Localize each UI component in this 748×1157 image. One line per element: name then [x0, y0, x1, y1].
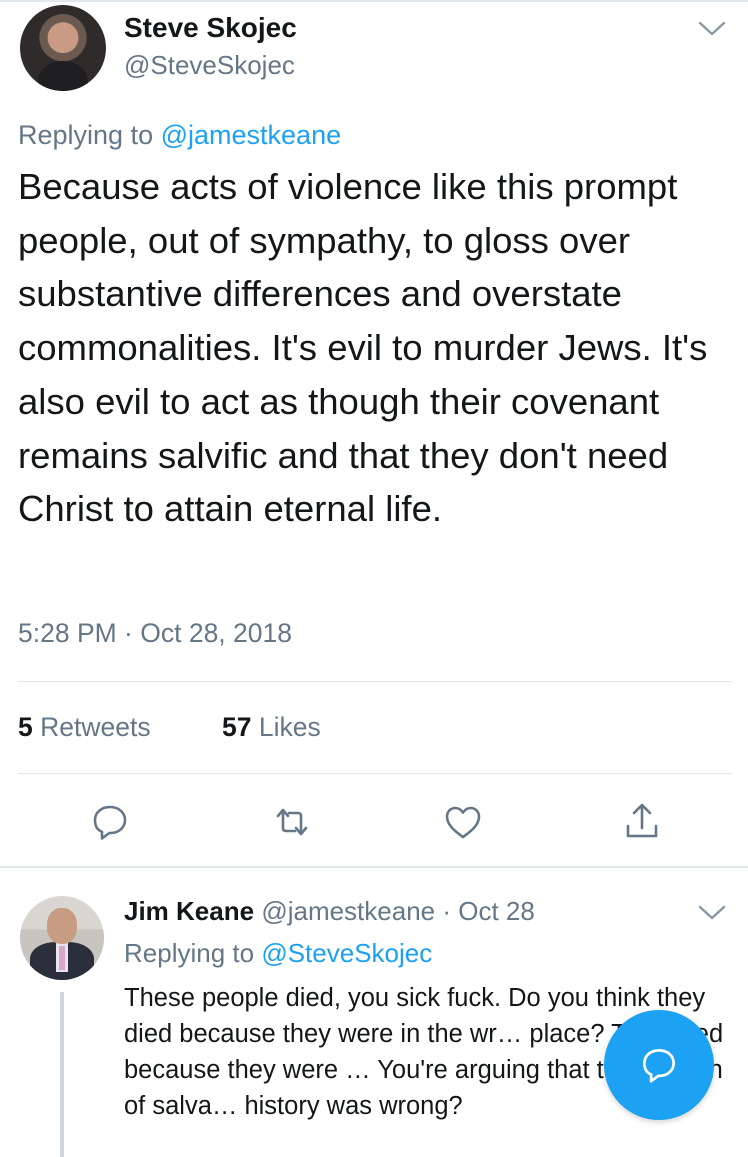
retweets-label: Retweets [40, 712, 151, 742]
reply-replying-to: Replying to @SteveSkojec [124, 938, 432, 969]
reply-replying-to-label: Replying to [124, 938, 255, 968]
divider [18, 773, 732, 774]
replying-to: Replying to @jamestkeane [18, 120, 341, 151]
author-handle[interactable]: @SteveSkojec [124, 50, 295, 81]
tweet-timestamp: 5:28 PM · Oct 28, 2018 [18, 618, 292, 648]
reply-icon[interactable] [88, 800, 132, 844]
retweets-count: 5 [18, 712, 33, 742]
compose-reply-button[interactable] [604, 1010, 714, 1120]
tweet-text: Because acts of violence like this promp… [18, 166, 708, 530]
replying-to-mention[interactable]: @jamestkeane [161, 120, 342, 150]
retweets-stat[interactable]: 5 Retweets [18, 712, 151, 743]
main-tweet: Steve Skojec @SteveSkojec Replying to @j… [0, 0, 748, 868]
divider [18, 681, 732, 682]
reply-separator: · [442, 896, 452, 926]
avatar-face [47, 908, 77, 944]
likes-stat[interactable]: 57 Likes [222, 712, 321, 743]
replying-to-label: Replying to [18, 120, 154, 150]
author-avatar[interactable] [20, 5, 106, 91]
reply-replying-to-mention[interactable]: @SteveSkojec [261, 938, 432, 968]
reply-date: Oct 28 [458, 896, 535, 926]
retweet-icon[interactable] [270, 800, 314, 844]
chevron-down-icon[interactable] [697, 20, 727, 38]
reply-header: Jim Keane @jamestkeane · Oct 28 [124, 896, 535, 927]
share-icon[interactable] [620, 800, 664, 844]
reply-author-name[interactable]: Jim Keane [124, 896, 254, 926]
thread-line [60, 992, 64, 1157]
likes-count: 57 [222, 712, 252, 742]
chevron-down-icon[interactable] [697, 904, 727, 922]
reply-author-handle[interactable]: @jamestkeane [261, 896, 435, 926]
reply-author-avatar[interactable] [20, 896, 104, 980]
likes-label: Likes [258, 712, 321, 742]
avatar-tie [59, 946, 65, 970]
author-name[interactable]: Steve Skojec [124, 12, 297, 44]
compose-reply-icon [643, 1049, 675, 1083]
like-icon[interactable] [441, 800, 485, 844]
